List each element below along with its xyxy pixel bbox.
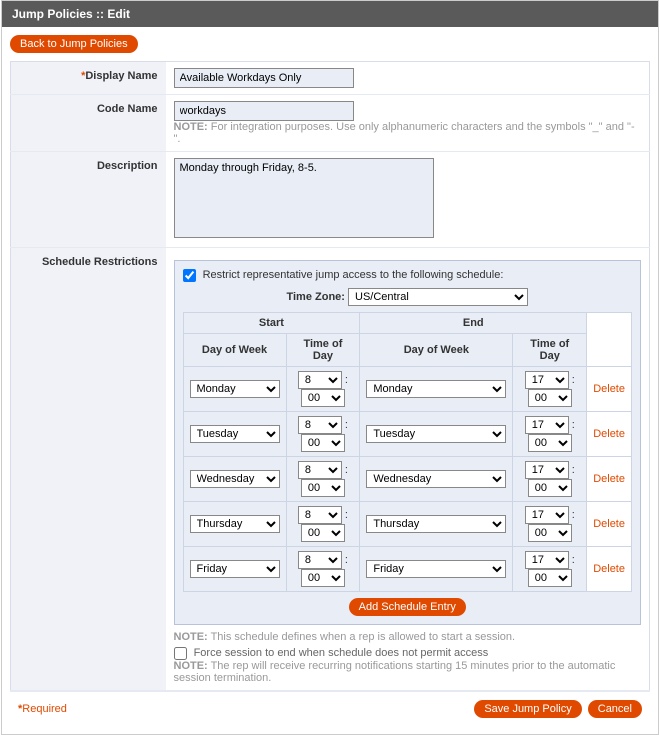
start-hour-select[interactable]: 8	[298, 416, 342, 434]
force-end-checkbox-label[interactable]: Force session to end when schedule does …	[174, 647, 489, 659]
end-day-select[interactable]: Monday	[366, 380, 506, 398]
code-name-label: Code Name	[97, 103, 158, 115]
col-end: End	[360, 313, 587, 334]
code-name-note: NOTE: For integration purposes. Use only…	[174, 121, 635, 145]
col-start: Start	[183, 313, 360, 334]
start-day-select[interactable]: Friday	[190, 560, 280, 578]
restrict-checkbox-label[interactable]: Restrict representative jump access to t…	[183, 269, 504, 281]
start-day-select[interactable]: Thursday	[190, 515, 280, 533]
end-min-select[interactable]: 00	[528, 389, 572, 407]
delete-row-link[interactable]: Delete	[593, 563, 625, 575]
schedule-note-1: NOTE: This schedule defines when a rep i…	[174, 631, 516, 643]
delete-row-link[interactable]: Delete	[593, 383, 625, 395]
required-label: Required	[22, 703, 67, 715]
cancel-button[interactable]: Cancel	[588, 700, 642, 718]
end-hour-select[interactable]: 17	[525, 416, 569, 434]
start-min-select[interactable]: 00	[301, 389, 345, 407]
delete-row-link[interactable]: Delete	[593, 518, 625, 530]
page-title: Jump Policies :: Edit	[2, 1, 658, 27]
description-label: Description	[97, 160, 158, 172]
table-row: Friday8 : 00Friday17 : 00Delete	[183, 547, 632, 592]
display-name-input[interactable]	[174, 68, 354, 88]
end-hour-select[interactable]: 17	[525, 551, 569, 569]
add-schedule-entry-button[interactable]: Add Schedule Entry	[349, 598, 466, 616]
end-hour-select[interactable]: 17	[525, 506, 569, 524]
delete-row-link[interactable]: Delete	[593, 473, 625, 485]
start-hour-select[interactable]: 8	[298, 551, 342, 569]
start-hour-select[interactable]: 8	[298, 461, 342, 479]
code-name-input[interactable]	[174, 101, 354, 121]
schedule-table: Start End Day of Week Time of Day Day of…	[183, 312, 633, 592]
table-row: Tuesday8 : 00Tuesday17 : 00Delete	[183, 412, 632, 457]
delete-row-link[interactable]: Delete	[593, 428, 625, 440]
start-hour-select[interactable]: 8	[298, 371, 342, 389]
save-button[interactable]: Save Jump Policy	[474, 700, 581, 718]
start-day-select[interactable]: Monday	[190, 380, 280, 398]
time-zone-label: Time Zone:	[286, 291, 344, 303]
start-min-select[interactable]: 00	[301, 524, 345, 542]
table-row: Wednesday8 : 00Wednesday17 : 00Delete	[183, 457, 632, 502]
end-day-select[interactable]: Thursday	[366, 515, 506, 533]
end-day-select[interactable]: Friday	[366, 560, 506, 578]
back-to-policies-button[interactable]: Back to Jump Policies	[10, 35, 138, 53]
end-min-select[interactable]: 00	[528, 569, 572, 587]
end-day-select[interactable]: Wednesday	[366, 470, 506, 488]
time-zone-select[interactable]: US/Central	[348, 288, 528, 306]
schedule-note-2: NOTE: The rep will receive recurring not…	[174, 660, 616, 684]
table-row: Monday8 : 00Monday17 : 00Delete	[183, 367, 632, 412]
force-end-checkbox[interactable]	[174, 647, 187, 660]
end-hour-select[interactable]: 17	[525, 461, 569, 479]
end-min-select[interactable]: 00	[528, 434, 572, 452]
schedule-restrictions-label: Schedule Restrictions	[42, 256, 158, 268]
start-day-select[interactable]: Wednesday	[190, 470, 280, 488]
restrict-checkbox[interactable]	[183, 269, 196, 282]
end-hour-select[interactable]: 17	[525, 371, 569, 389]
end-min-select[interactable]: 00	[528, 479, 572, 497]
table-row: Thursday8 : 00Thursday17 : 00Delete	[183, 502, 632, 547]
start-min-select[interactable]: 00	[301, 479, 345, 497]
end-min-select[interactable]: 00	[528, 524, 572, 542]
start-day-select[interactable]: Tuesday	[190, 425, 280, 443]
start-min-select[interactable]: 00	[301, 569, 345, 587]
start-hour-select[interactable]: 8	[298, 506, 342, 524]
start-min-select[interactable]: 00	[301, 434, 345, 452]
description-input[interactable]: Monday through Friday, 8-5.	[174, 158, 434, 238]
end-day-select[interactable]: Tuesday	[366, 425, 506, 443]
display-name-label: Display Name	[85, 70, 157, 82]
